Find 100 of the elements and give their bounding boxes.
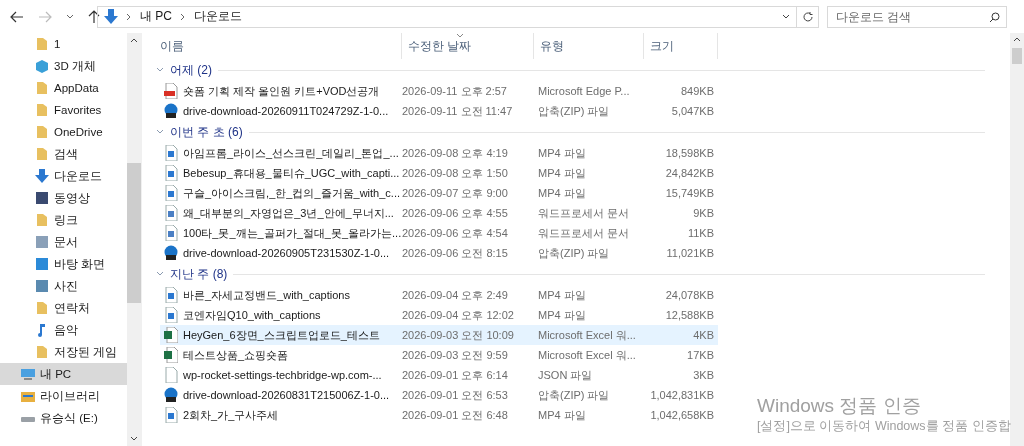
- address-bar[interactable]: 내 PC 다운로드: [97, 5, 797, 28]
- sidebar-item[interactable]: AppData: [0, 77, 127, 99]
- folder-icon: [34, 147, 50, 161]
- file-name: 구슬_아이스크림,_한_컵의_즐거움_with_c...: [183, 185, 400, 201]
- sidebar-item[interactable]: 검색: [0, 143, 127, 165]
- sidebar-item[interactable]: 문서: [0, 231, 127, 253]
- size-cell-text: 9KB: [692, 206, 715, 221]
- download-icon: [34, 169, 50, 183]
- file-name: 코엔자임Q10_with_captions: [183, 307, 321, 323]
- breadcrumb[interactable]: 다운로드: [194, 8, 242, 25]
- breadcrumb[interactable]: 내 PC: [140, 8, 172, 25]
- type-cell-text: 압축(ZIP) 파일: [537, 245, 611, 261]
- sidebar-item[interactable]: 라이브러리: [0, 385, 127, 407]
- chevron-icon: [126, 12, 132, 21]
- scroll-up-icon[interactable]: [130, 37, 138, 43]
- scrollbar[interactable]: [1010, 33, 1024, 446]
- back-icon[interactable]: [10, 10, 24, 23]
- scroll-up-icon[interactable]: [1013, 36, 1021, 42]
- sidebar-item[interactable]: 다운로드: [0, 165, 127, 187]
- spreadsheet-icon: [164, 347, 178, 363]
- folder-icon: [34, 345, 50, 359]
- type-cell-text: 압축(ZIP) 파일: [537, 387, 611, 403]
- refresh-icon[interactable]: [801, 10, 814, 23]
- video-file-icon: [164, 165, 178, 181]
- file-row[interactable]: 테스트상품_쇼핑숏폼 2026-09-03 오전 9:59 Microsoft Excel 워... 17KB: [160, 345, 718, 365]
- sidebar-item[interactable]: Favorites: [0, 99, 127, 121]
- file-row[interactable]: Bebesup_휴대용_물티슈_UGC_with_capti... 2026-09-08 오후 1:50 MP4 파일 24,842KB: [160, 163, 718, 183]
- file-row[interactable]: wp-rocket-settings-techbridge-wp.com-... 2026-09-01 오후 6:14 JSON 파일 3KB: [160, 365, 718, 385]
- refresh-button[interactable]: [797, 5, 819, 28]
- group-title: 어제 (2): [170, 61, 212, 79]
- file-name: 숏폼 기획 제작 올인원 키트+VOD선공개: [183, 83, 380, 99]
- folder-icon: [20, 389, 36, 403]
- sidebar-item[interactable]: 유승식 (E:): [0, 407, 127, 429]
- size-cell-text: 15,749KB: [664, 186, 715, 201]
- file-name: HeyGen_6장면_스크립트업로드_테스트: [183, 327, 380, 343]
- column-header[interactable]: 이름: [154, 33, 402, 59]
- file-row[interactable]: drive-download-20260911T024729Z-1-0... 2026-09-11 오전 11:47 압축(ZIP) 파일 5,047KB: [160, 101, 718, 121]
- size-cell-text: 1,042,658KB: [649, 408, 715, 423]
- group-header[interactable]: 지난 주 (8): [154, 263, 1010, 285]
- file-row[interactable]: 2회차_가_구사주세 2026-09-01 오전 6:48 MP4 파일 1,042,658KB: [160, 405, 718, 425]
- type-cell-text: Microsoft Excel 워...: [537, 347, 637, 363]
- sidebar-item[interactable]: 1: [0, 33, 127, 55]
- zip-file-icon: [164, 103, 178, 119]
- group-header[interactable]: 이번 주 초 (6): [154, 121, 1010, 143]
- type-cell-text: 압축(ZIP) 파일: [537, 103, 611, 119]
- file-row[interactable]: 코엔자임Q10_with_captions 2026-09-04 오후 12:02 MP4 파일 12,588KB: [160, 305, 718, 325]
- scrollbar[interactable]: [127, 33, 141, 446]
- file-name: 왜_대부분의_자영업은_3년_안에_무너지...: [183, 205, 394, 221]
- file-row[interactable]: 숏폼 기획 제작 올인원 키트+VOD선공개 2026-09-11 오후 2:57 Microsoft Edge P... 849KB: [160, 81, 718, 101]
- file-row[interactable]: 바른_자세교정밴드_with_captions 2026-09-04 오후 2:49 MP4 파일 24,078KB: [160, 285, 718, 305]
- column-header[interactable]: 유형: [534, 33, 644, 59]
- recent-dropdown-icon[interactable]: [66, 13, 74, 20]
- size-cell-text: 18,598KB: [664, 146, 715, 161]
- sidebar-item[interactable]: 사진: [0, 275, 127, 297]
- sidebar-item[interactable]: 음악: [0, 319, 127, 341]
- file-row[interactable]: drive-download-20260831T215006Z-1-0... 2026-09-01 오전 6:53 압축(ZIP) 파일 1,042,831KB: [160, 385, 718, 405]
- sidebar-item[interactable]: 동영상: [0, 187, 127, 209]
- spreadsheet-icon: [164, 327, 178, 343]
- size-cell-text: 17KB: [686, 348, 715, 363]
- sidebar-item[interactable]: 링크: [0, 209, 127, 231]
- sidebar-item[interactable]: 3D 개체: [0, 55, 127, 77]
- video-file-icon: [164, 185, 178, 201]
- size-cell-text: 849KB: [679, 84, 715, 99]
- sidebar-item[interactable]: 바탕 화면: [0, 253, 127, 275]
- file-row[interactable]: 아임프롬_라이스_선스크린_데일리_톤업_... 2026-09-08 오후 4:19 MP4 파일 18,598KB: [160, 143, 718, 163]
- folder-icon: [34, 81, 50, 95]
- file-row[interactable]: drive-download-20260905T231530Z-1-0... 2026-09-06 오전 8:15 압축(ZIP) 파일 11,021KB: [160, 243, 718, 263]
- column-header[interactable]: 수정한 날짜: [402, 33, 534, 59]
- sidebar-item[interactable]: 저장된 게임: [0, 341, 127, 363]
- column-header[interactable]: 크기: [644, 33, 718, 59]
- file-name: 100타_못_깨는_골퍼가_절대_못_올라가는...: [183, 225, 402, 241]
- video-file-icon: [164, 145, 178, 161]
- folder-icon: [34, 37, 50, 51]
- type-cell-text: Microsoft Excel 워...: [537, 327, 637, 343]
- group-header[interactable]: 어제 (2): [154, 59, 1010, 81]
- file-row[interactable]: 왜_대부분의_자영업은_3년_안에_무너지... 2026-09-06 오후 4:55 워드프로세서 문서 9KB: [160, 203, 718, 223]
- video-file-icon: [164, 407, 178, 423]
- type-cell-text: MP4 파일: [537, 407, 587, 423]
- file-name: 바른_자세교정밴드_with_captions: [183, 287, 350, 303]
- date-cell-text: 2026-09-11 오후 2:57: [402, 83, 508, 99]
- date-cell-text: 2026-09-07 오후 9:00: [402, 185, 509, 201]
- type-cell-text: MP4 파일: [537, 185, 587, 201]
- file-name: drive-download-20260911T024729Z-1-0...: [183, 105, 389, 117]
- file-icon: [164, 367, 178, 383]
- sidebar-item[interactable]: 연락처: [0, 297, 127, 319]
- type-cell-text: Microsoft Edge P...: [537, 84, 631, 99]
- dropdown-icon[interactable]: [782, 13, 790, 20]
- sidebar-item[interactable]: OneDrive: [0, 121, 127, 143]
- scroll-thumb[interactable]: [1012, 48, 1022, 64]
- up-icon[interactable]: [88, 9, 100, 24]
- search-field[interactable]: 다운로드 검색: [827, 5, 1007, 28]
- scroll-down-icon[interactable]: [130, 436, 138, 442]
- file-row[interactable]: 100타_못_깨는_골퍼가_절대_못_올라가는...2026-09-06 오후 4:54 워드프로세서 문서 11KB: [160, 223, 718, 243]
- scroll-thumb[interactable]: [127, 163, 141, 303]
- file-row[interactable]: HeyGen_6장면_스크립트업로드_테스트 2026-09-03 오전 10:09 Microsoft Excel 워... 4KB: [160, 325, 718, 345]
- sidebar-item[interactable]: 내 PC: [0, 363, 127, 385]
- video-file-icon: [164, 307, 178, 323]
- computer-icon: [20, 367, 36, 381]
- file-name: drive-download-20260905T231530Z-1-0...: [183, 247, 390, 259]
- file-row[interactable]: 구슬_아이스크림,_한_컵의_즐거움_with_c... 2026-09-07 오후 9:00 MP4 파일 15,749KB: [160, 183, 718, 203]
